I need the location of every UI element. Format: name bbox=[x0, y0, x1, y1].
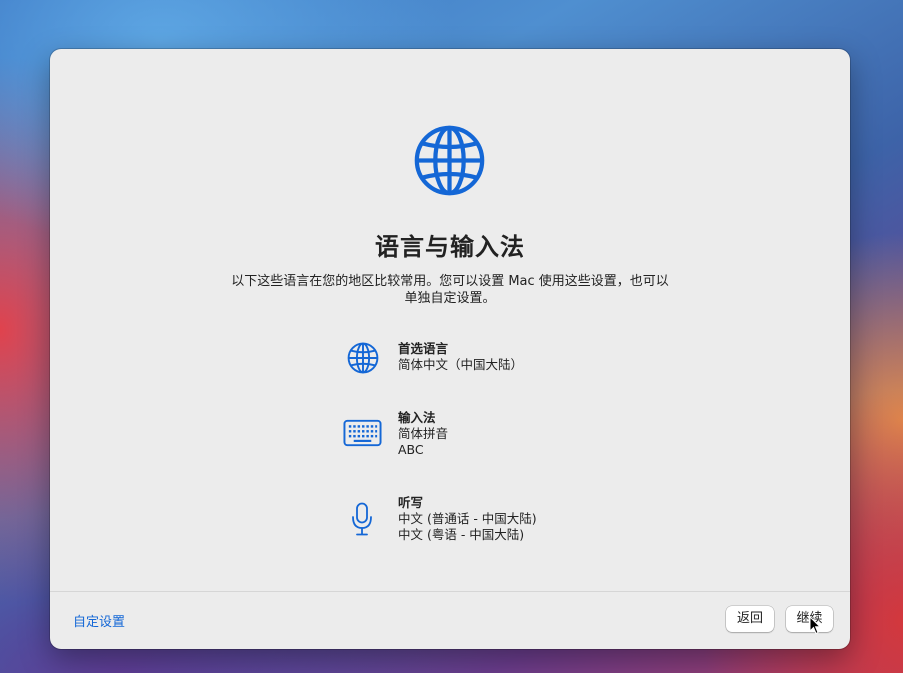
customize-settings-link[interactable]: 自定设置 bbox=[73, 611, 125, 630]
globe-icon bbox=[414, 125, 485, 196]
dictation-heading: 听写 bbox=[398, 495, 424, 510]
dictation-value-1: 中文 (普通话 - 中国大陆) bbox=[398, 511, 537, 526]
keyboard-icon bbox=[343, 419, 382, 447]
input-method-value-2: ABC bbox=[398, 442, 424, 457]
footer-divider bbox=[50, 591, 850, 592]
dictation-value-2: 中文 (粤语 - 中国大陆) bbox=[398, 527, 525, 542]
page-title: 语言与输入法 bbox=[375, 233, 525, 261]
dictation-text: 听写 中文 (普通话 - 中国大陆) 中文 (粤语 - 中国大陆) bbox=[398, 495, 658, 543]
mouse-cursor-icon bbox=[809, 616, 821, 635]
preferred-language-text: 首选语言 简体中文（中国大陆） bbox=[398, 341, 658, 373]
setup-window: 语言与输入法 以下这些语言在您的地区比较常用。您可以设置 Mac 使用这些设置，… bbox=[50, 49, 850, 649]
globe-icon bbox=[347, 342, 379, 374]
input-method-text: 输入法 简体拼音 ABC bbox=[398, 410, 658, 458]
microphone-icon bbox=[352, 502, 372, 536]
input-method-heading: 输入法 bbox=[398, 410, 436, 425]
preferred-language-value: 简体中文（中国大陆） bbox=[398, 357, 524, 372]
page-description: 以下这些语言在您的地区比较常用。您可以设置 Mac 使用这些设置，也可以单独自定… bbox=[231, 274, 669, 306]
preferred-language-heading: 首选语言 bbox=[398, 341, 449, 356]
back-button[interactable]: 返回 bbox=[726, 606, 774, 632]
input-method-value-1: 简体拼音 bbox=[398, 426, 449, 441]
